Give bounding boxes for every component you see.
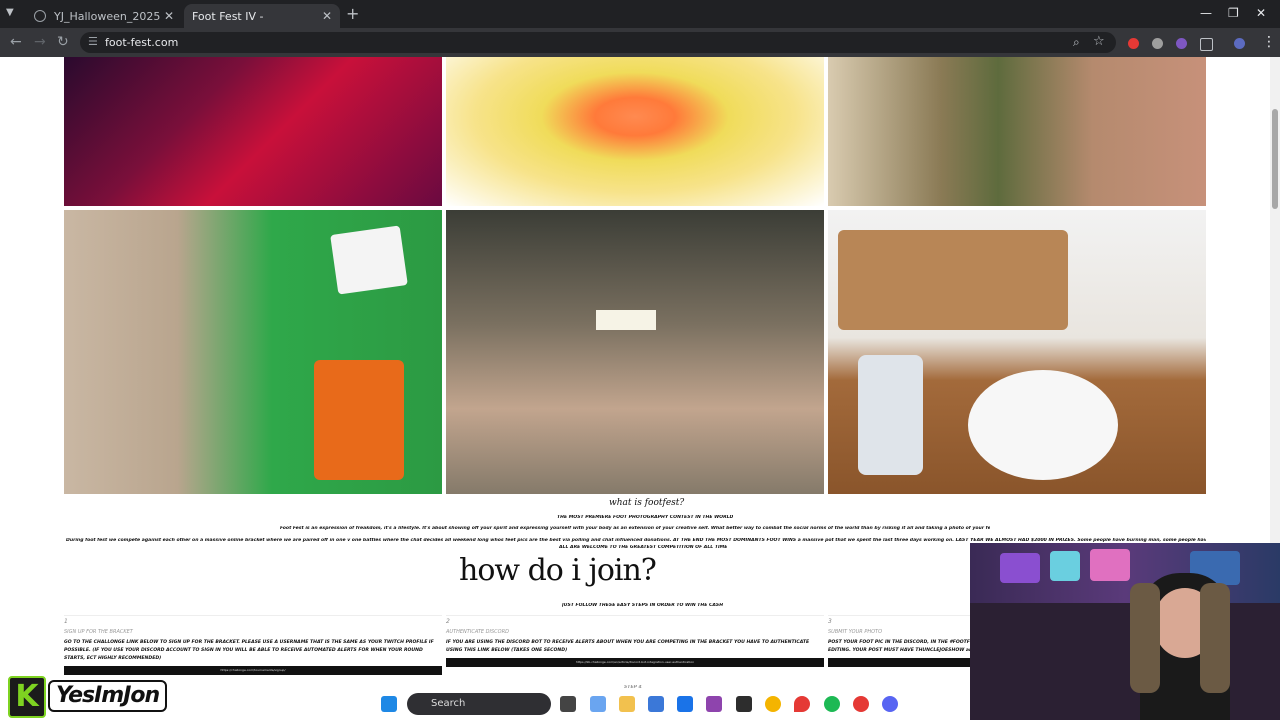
search-label: Search (431, 698, 466, 709)
taskbar-search[interactable]: Search (407, 693, 551, 715)
extension-icon[interactable] (1152, 38, 1163, 49)
step-title: AUTHENTICATE DISCORD (446, 629, 509, 635)
menu-kebab-icon[interactable]: ⋮ (1262, 34, 1276, 50)
step-link[interactable]: https://kb.challonge.com/en/article/disc… (446, 658, 824, 667)
minimize-icon[interactable]: — (1200, 6, 1212, 20)
gallery-photo[interactable] (64, 57, 442, 206)
forward-icon[interactable]: → (34, 34, 46, 50)
step-2: 2 AUTHENTICATE DISCORD IF YOU ARE USING … (446, 615, 824, 667)
step-4-label: STEP 4 (624, 685, 642, 690)
join-subtitle: JUST FOLLOW THESE EASY STEPS IN ORDER TO… (562, 603, 724, 608)
tab-title: Foot Fest IV - (192, 9, 264, 23)
address-bar[interactable]: ☰ foot-fest.com ⌕ ☆ (80, 32, 1116, 53)
streamer-logo: K YesImJon (8, 676, 198, 718)
step-link[interactable]: https://challonge.com/tournaments/signup… (64, 666, 442, 675)
image-favicon-icon (34, 10, 46, 22)
extensions-puzzle-icon[interactable] (1200, 38, 1213, 51)
extension-icon[interactable] (1128, 38, 1139, 49)
step-1: 1 SIGN UP FOR THE BRACKET GO TO THE CHAL… (64, 615, 442, 675)
step-number: 1 (64, 615, 442, 625)
tab-foot-fest[interactable]: Foot Fest IV - ✕ (184, 4, 340, 28)
bookmark-star-icon[interactable]: ☆ (1093, 34, 1105, 49)
discord-icon[interactable] (882, 696, 898, 712)
app-icon[interactable] (736, 696, 752, 712)
extension-icon[interactable] (1176, 38, 1187, 49)
tagline: THE MOST PREMIERE FOOT PHOTOGRAPHY CONTE… (557, 515, 734, 520)
join-heading: how do i join? (459, 553, 657, 588)
app-icon[interactable] (853, 696, 869, 712)
step-number: 2 (446, 615, 824, 625)
close-icon[interactable]: ✕ (164, 9, 174, 23)
maps-pin-icon[interactable] (794, 696, 810, 712)
chrome-icon[interactable] (765, 696, 781, 712)
back-icon[interactable]: ← (10, 34, 22, 50)
mail-icon[interactable] (677, 696, 693, 712)
gallery-photo[interactable] (828, 210, 1206, 494)
tab-search-icon[interactable]: ▼ (6, 7, 14, 18)
reload-icon[interactable]: ↻ (57, 34, 69, 50)
restore-icon[interactable]: ❐ (1228, 6, 1239, 20)
tab-image[interactable]: YJ_Halloween_2025c.png (102… ✕ (26, 4, 182, 28)
zoom-icon[interactable]: ⌕ (1073, 35, 1080, 50)
logo-letter: K (8, 676, 46, 718)
toolbar: ← → ↻ ☰ foot-fest.com ⌕ ☆ ⋮ (0, 28, 1280, 57)
gallery-photo[interactable] (828, 57, 1206, 206)
tab-title: YJ_Halloween_2025c.png (102… (54, 9, 160, 23)
windows-start-icon[interactable] (381, 696, 397, 712)
spotify-icon[interactable] (824, 696, 840, 712)
webcam-overlay (970, 543, 1280, 720)
app-icon[interactable] (706, 696, 722, 712)
step-title: SIGN UP FOR THE BRACKET (64, 629, 133, 635)
task-view-icon[interactable] (560, 696, 576, 712)
url-text[interactable]: foot-fest.com (105, 36, 178, 49)
step-body: GO TO THE CHALLONGE LINK BELOW TO SIGN U… (64, 640, 434, 661)
streamer-name: YesImJon (48, 680, 168, 712)
intro-paragraph: Foot Fest is an expression of freakdom, … (280, 526, 990, 531)
close-window-icon[interactable]: ✕ (1256, 6, 1266, 20)
close-icon[interactable]: ✕ (322, 9, 332, 23)
store-icon[interactable] (648, 696, 664, 712)
scrollbar-thumb[interactable] (1272, 109, 1278, 209)
copilot-icon[interactable] (590, 696, 606, 712)
profile-avatar[interactable] (1234, 38, 1245, 49)
what-heading: what is footfest? (609, 498, 685, 508)
step-body: IF YOU ARE USING THE DISCORD BOT TO RECE… (446, 640, 810, 653)
gallery-photo[interactable] (446, 210, 824, 494)
file-explorer-icon[interactable] (619, 696, 635, 712)
tab-strip: ▼ YJ_Halloween_2025c.png (102… ✕ Foot Fe… (0, 0, 1280, 28)
gallery-photo[interactable] (446, 57, 824, 206)
new-tab-icon[interactable]: + (346, 4, 359, 23)
site-info-icon[interactable]: ☰ (88, 35, 98, 48)
welcome-line: ALL ARE WELCOME TO THE GREATEST COMPETIT… (559, 545, 728, 550)
gallery-photo[interactable] (64, 210, 442, 494)
